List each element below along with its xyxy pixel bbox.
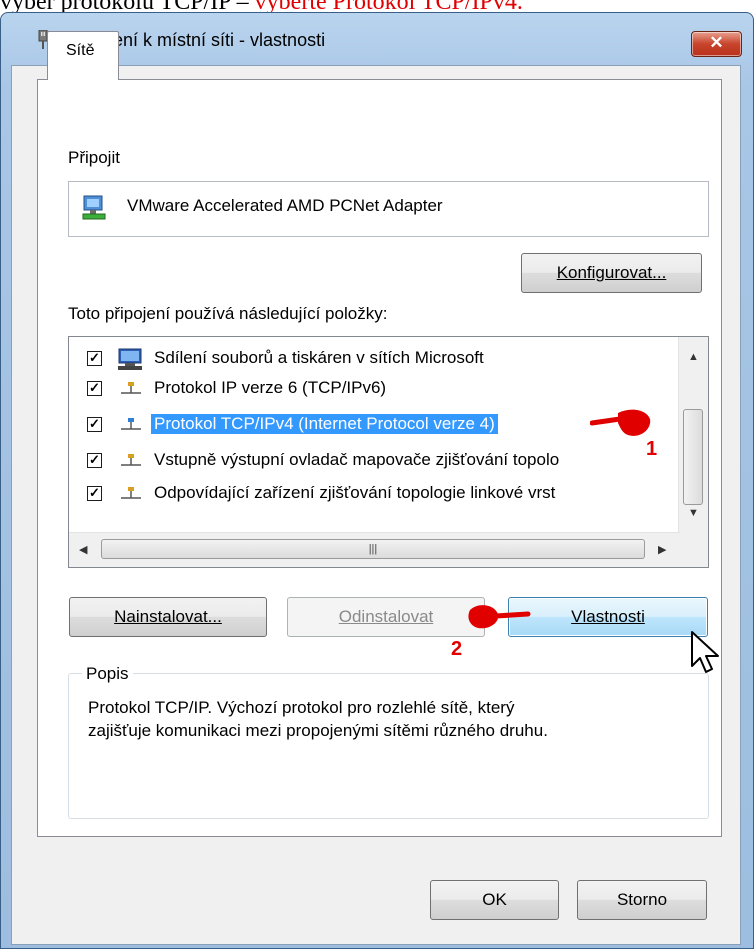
list-item[interactable]: ✓ Sdílení souborů a tiskáren v sítích Mi…: [69, 345, 669, 375]
uninstall-button[interactable]: Odinstalovat: [287, 597, 485, 637]
tab-site[interactable]: Sítě: [47, 31, 119, 80]
properties-button-label: Vlastnosti: [571, 607, 645, 626]
list-item-selected[interactable]: ✓ Protokol TCP/IPv4 (Internet Protocol v…: [69, 411, 669, 441]
list-item[interactable]: ✓ Protokol IP verze 6 (TCP/IPv6): [69, 375, 669, 405]
item-label: Odpovídající zařízení zjišťování topolog…: [154, 483, 556, 502]
mouse-cursor-icon: [691, 631, 719, 673]
item-checkbox[interactable]: ✓: [87, 381, 102, 396]
item-checkbox[interactable]: ✓: [87, 351, 102, 366]
cancel-button[interactable]: Storno: [577, 880, 707, 920]
horizontal-scroll-thumb[interactable]: |||: [101, 539, 645, 559]
close-button[interactable]: ✕: [691, 31, 742, 57]
description-line-1: Protokol TCP/IP. Výchozí protokol pro ro…: [88, 698, 515, 717]
description-group: [68, 673, 709, 819]
description-line-2: zajišťuje komunikaci mezi propojenými sí…: [88, 721, 548, 740]
connect-label: Připojit: [68, 148, 120, 167]
configure-button[interactable]: Konfigurovat...: [521, 253, 702, 293]
item-label: Protokol IP verze 6 (TCP/IPv6): [154, 378, 387, 397]
scroll-down-icon[interactable]: ▼: [688, 507, 699, 519]
item-checkbox[interactable]: ✓: [87, 417, 102, 432]
adapter-name: VMware Accelerated AMD PCNet Adapter: [127, 196, 443, 215]
network-share-icon: [118, 348, 142, 370]
item-label: Vstupně výstupní ovladač mapovače zjišťo…: [154, 450, 560, 469]
install-button[interactable]: Nainstalovat...: [69, 597, 267, 637]
annotation-pointer-2: [468, 605, 531, 629]
install-button-label: Nainstalovat...: [114, 607, 222, 626]
item-label: Sdílení souborů a tiskáren v sítích Micr…: [154, 348, 484, 367]
vertical-scroll-thumb[interactable]: [683, 409, 703, 505]
properties-button[interactable]: Vlastnosti: [508, 597, 708, 637]
ok-button[interactable]: OK: [430, 880, 559, 920]
ok-button-label: OK: [482, 890, 507, 909]
protocol-icon: [121, 454, 141, 466]
horizontal-scrollbar[interactable]: ◀ ||| ▶: [69, 532, 680, 567]
item-label: Protokol TCP/IPv4 (Internet Protocol ver…: [151, 414, 498, 434]
protocol-icon: [121, 418, 141, 430]
scrollbar-corner: [679, 533, 708, 567]
description-legend: Popis: [82, 664, 133, 684]
items-label: Toto připojení používá následující polož…: [68, 304, 388, 323]
protocol-icon: [121, 382, 141, 394]
configure-button-label: Konfigurovat...: [556, 263, 667, 282]
list-item[interactable]: ✓ Vstupně výstupní ovladač mapovače zjiš…: [69, 447, 669, 477]
protocol-icon: [121, 487, 141, 499]
item-checkbox[interactable]: ✓: [87, 453, 102, 468]
annotation-number-2: 2: [451, 638, 463, 660]
adapter-field: VMware Accelerated AMD PCNet Adapter: [68, 181, 709, 237]
vertical-scrollbar[interactable]: ▲ ▼: [678, 337, 708, 533]
annotation-number-1: 1: [646, 438, 658, 460]
item-checkbox[interactable]: ✓: [87, 486, 102, 501]
uninstall-button-label: Odinstalovat: [338, 607, 434, 626]
list-item[interactable]: ✓ Odpovídající zařízení zjišťování topol…: [69, 480, 669, 510]
scroll-up-icon[interactable]: ▲: [688, 351, 699, 363]
network-adapter-card-icon: [82, 195, 106, 220]
tab-label: Sítě: [66, 42, 95, 59]
scroll-left-icon[interactable]: ◀: [79, 543, 87, 556]
components-list[interactable]: ✓ Sdílení souborů a tiskáren v sítích Mi…: [68, 336, 709, 568]
description-text: Protokol TCP/IP. Výchozí protokol pro ro…: [88, 696, 688, 742]
cancel-button-label: Storno: [616, 890, 668, 909]
scroll-right-icon[interactable]: ▶: [658, 543, 666, 556]
